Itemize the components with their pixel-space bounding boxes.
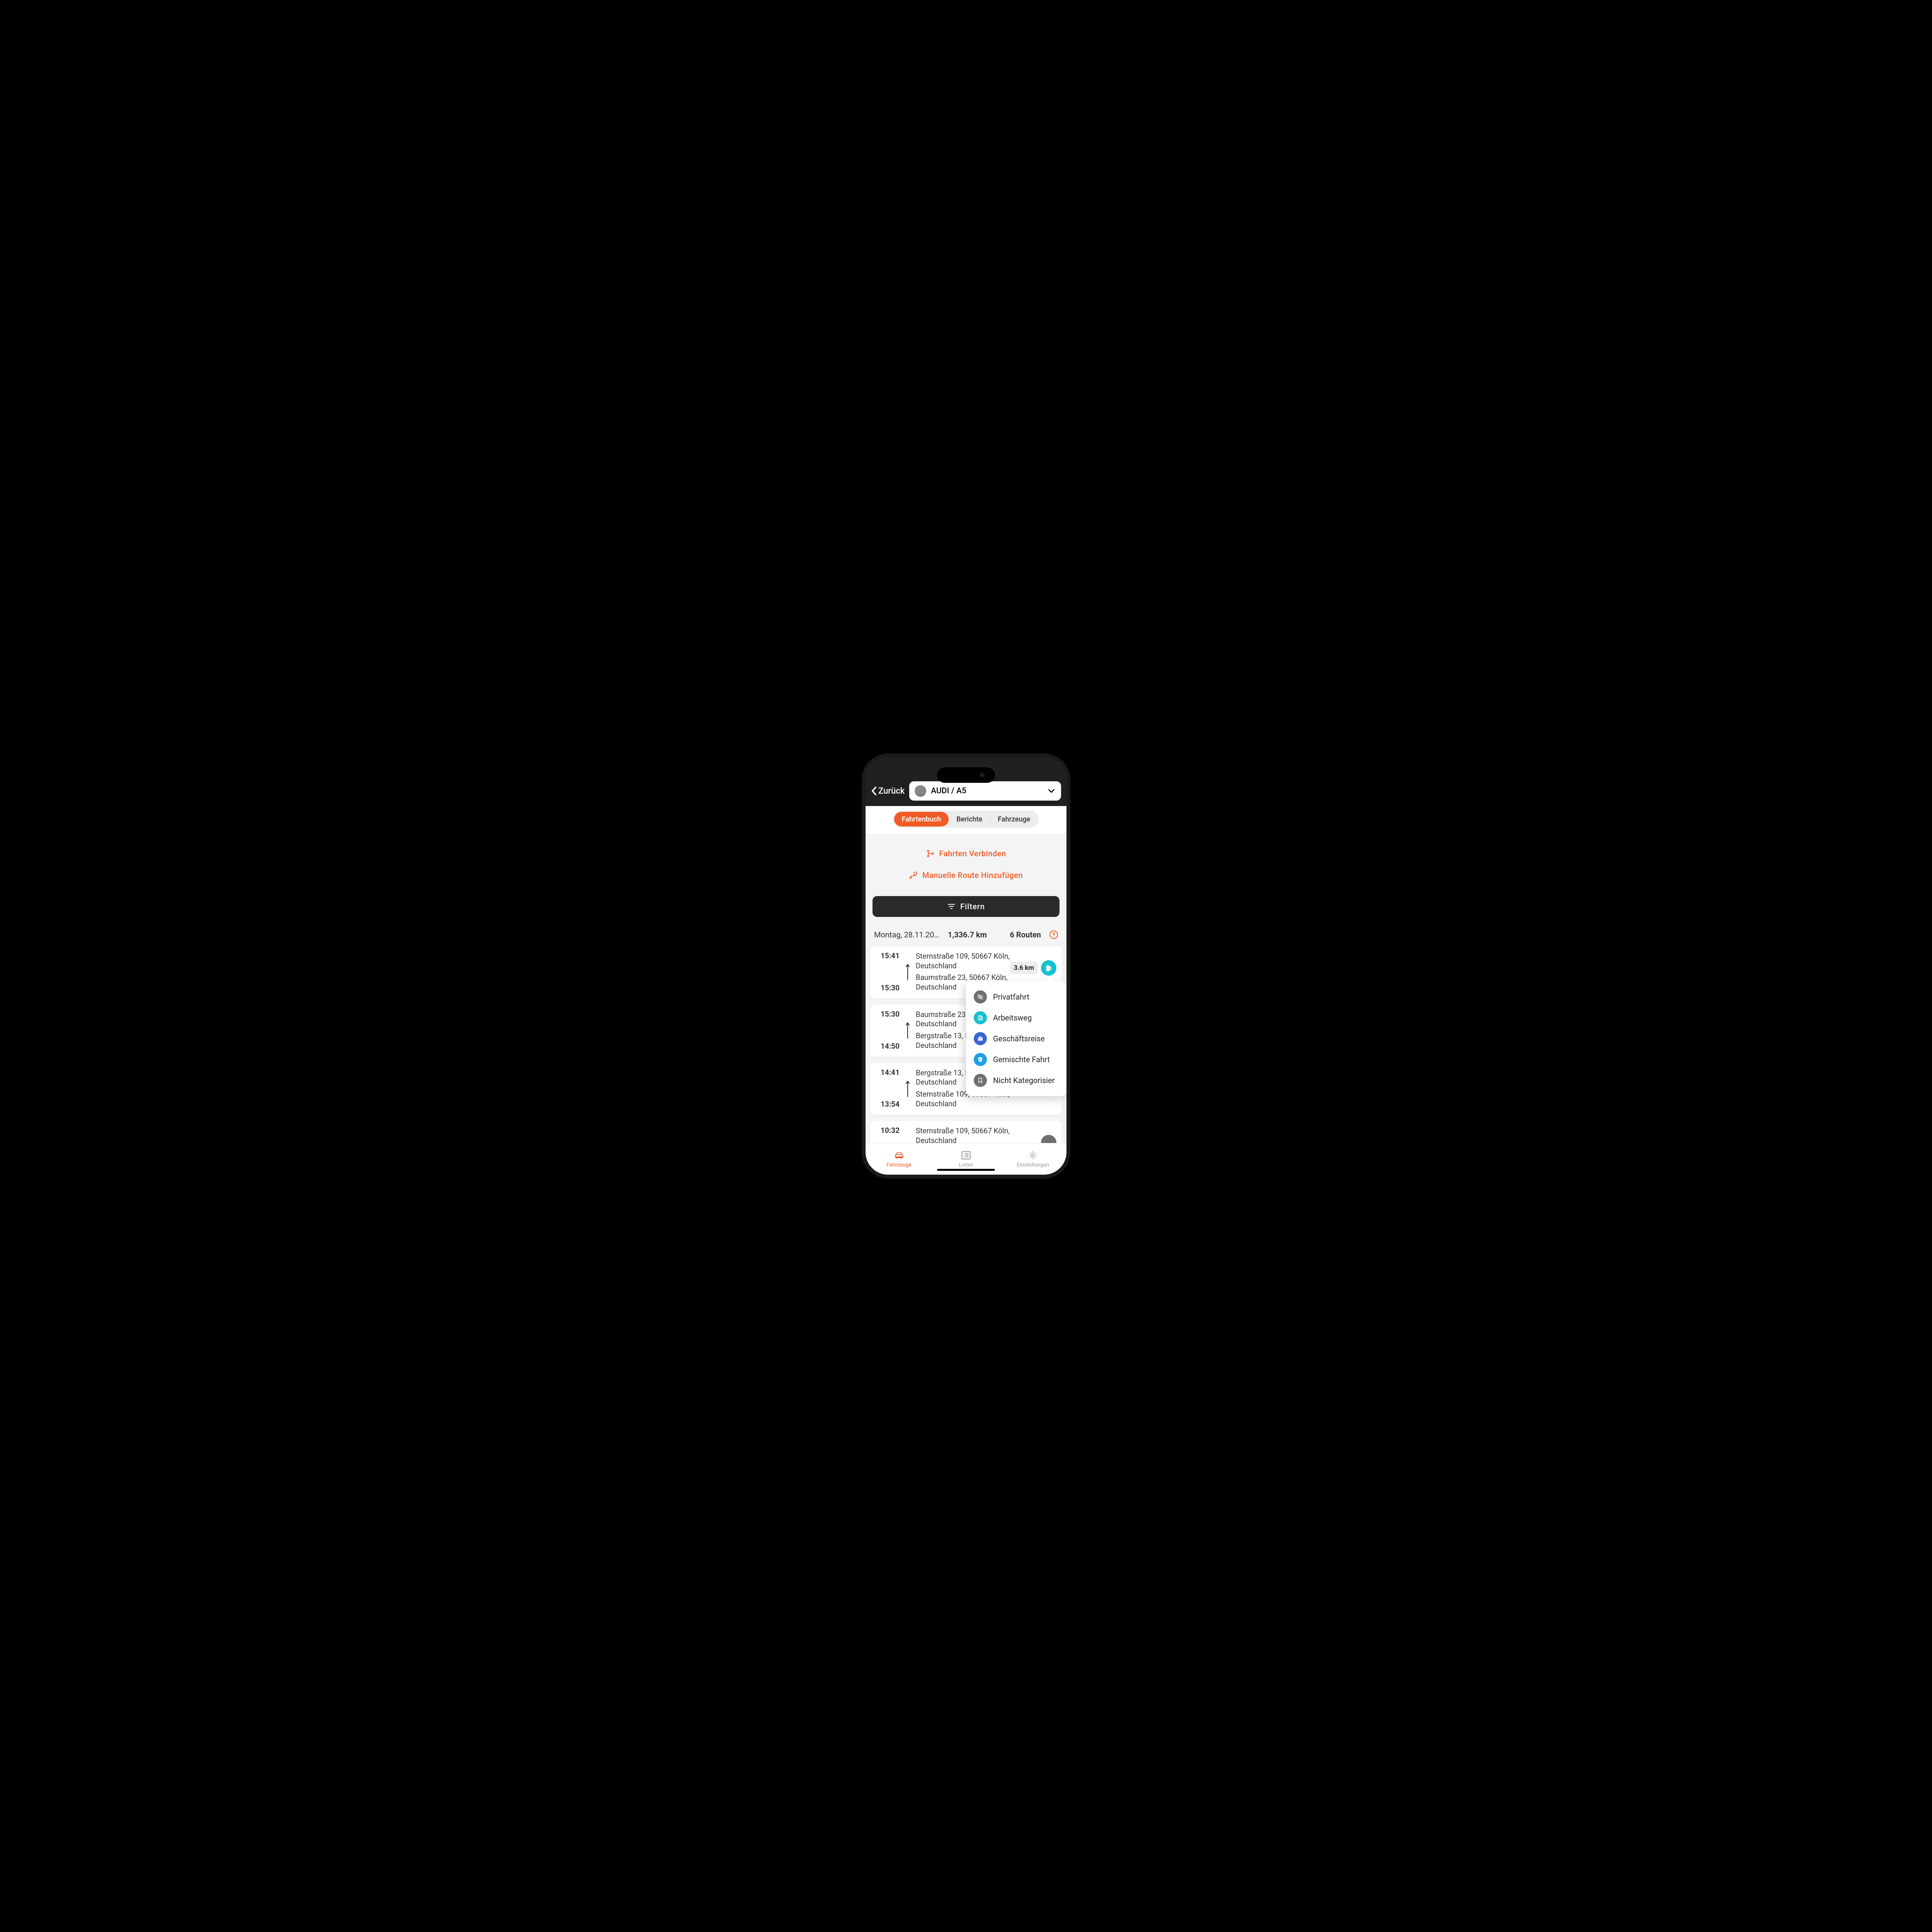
back-button[interactable]: Zurück [871,786,905,796]
screen: Zurück AUDI / A5 Fahrtenbuch Berichte Fa… [866,757,1066,1175]
car-icon [893,1150,905,1160]
filter-icon [947,902,956,911]
navbar: Zurück AUDI / A5 [866,757,1066,806]
direction-arrow [903,1010,912,1051]
segmented-control: Fahrtenbuch Berichte Fahrzeuge [893,811,1039,828]
end-time: 10:32 [881,1126,900,1135]
tab-label: Fahrzeuge [886,1162,912,1168]
quick-actions: Fahrten Verbinden Manuelle Route Hinzufü… [866,834,1066,889]
start-time: 14:50 [881,1042,900,1051]
tab-fahrzeuge[interactable]: Fahrzeuge [866,1143,932,1175]
category-option-none[interactable]: Nicht Kategorisier [966,1070,1066,1091]
bookmark-icon [974,1074,987,1087]
category-label: Nicht Kategorisier [993,1076,1055,1085]
tab-fahrtenbuch[interactable]: Fahrtenbuch [894,812,949,827]
category-label: Arbeitsweg [993,1013,1032,1022]
building-icon [1044,964,1053,972]
chevron-down-icon [1047,787,1056,795]
home-indicator [937,1169,995,1171]
filter-label: Filtern [960,902,985,911]
category-option-work[interactable]: Arbeitsweg [966,1007,1066,1028]
tab-label: Listen [959,1162,973,1168]
summary-row: Montag, 28.11.20… 1,336.7 km 6 Routen ? [866,926,1066,946]
category-option-business[interactable]: Geschäftsreise [966,1028,1066,1049]
building-icon [974,1011,987,1024]
summary-routes: 6 Routen [1010,930,1041,939]
filter-button[interactable]: Filtern [872,896,1060,917]
vehicle-avatar [915,785,926,797]
route-pin-icon [909,871,918,879]
manual-route-link[interactable]: Manuelle Route Hinzufügen [866,864,1066,886]
direction-arrow [903,952,912,992]
summary-date: Montag, 28.11.20… [874,930,939,939]
times-column: 15:41 15:30 [876,952,900,992]
list-icon [960,1150,972,1160]
eye-off-icon [974,990,987,1003]
category-option-mixed[interactable]: Gemischte Fahrt [966,1049,1066,1070]
connect-trips-label: Fahrten Verbinden [939,849,1006,858]
category-button[interactable] [1041,960,1056,976]
phone-frame: Zurück AUDI / A5 Fahrtenbuch Berichte Fa… [862,753,1070,1179]
tab-label: Fahrtenbuch [902,815,941,823]
end-time: 15:30 [881,1010,900,1019]
times-column: 15:30 14:50 [876,1010,900,1051]
manual-route-label: Manuelle Route Hinzufügen [922,871,1023,880]
connect-trips-link[interactable]: Fahrten Verbinden [866,843,1066,864]
end-time: 14:41 [881,1068,900,1077]
segmented-bar: Fahrtenbuch Berichte Fahrzeuge [866,806,1066,834]
merge-icon [926,849,935,858]
back-label: Zurück [878,786,905,796]
tab-label: Einstellungen [1017,1162,1049,1168]
gear-icon [1027,1150,1039,1160]
chevron-left-icon [871,786,877,796]
start-time: 13:54 [881,1100,900,1109]
vehicle-selector[interactable]: AUDI / A5 [909,781,1061,801]
start-time: 15:30 [881,984,900,992]
category-label: Privatfahrt [993,992,1029,1002]
end-time: 15:41 [881,952,900,960]
shield-icon [974,1053,987,1066]
category-label: Gemischte Fahrt [993,1055,1050,1064]
tab-berichte[interactable]: Berichte [949,812,990,827]
tab-einstellungen[interactable]: Einstellungen [1000,1143,1066,1175]
tab-fahrzeuge-top[interactable]: Fahrzeuge [990,812,1038,827]
end-address: Sternstraße 109, 50667 Köln, Deutschland [916,952,1010,971]
briefcase-icon [974,1032,987,1045]
category-popover: Privatfahrt Arbeitsweg Geschäftsreise [966,981,1066,1096]
category-label: Geschäftsreise [993,1034,1045,1043]
category-option-private[interactable]: Privatfahrt [966,986,1066,1007]
direction-arrow [903,1068,912,1109]
scroll-content[interactable]: Fahrten Verbinden Manuelle Route Hinzufü… [866,834,1066,1175]
times-column: 14:41 13:54 [876,1068,900,1109]
distance-badge: 3.6 km [1010,962,1038,974]
vehicle-label: AUDI / A5 [931,786,1043,796]
summary-km: 1,336.7 km [948,930,987,939]
help-icon[interactable]: ? [1049,930,1058,939]
tab-label: Fahrzeuge [998,815,1030,823]
tab-label: Berichte [956,815,982,823]
